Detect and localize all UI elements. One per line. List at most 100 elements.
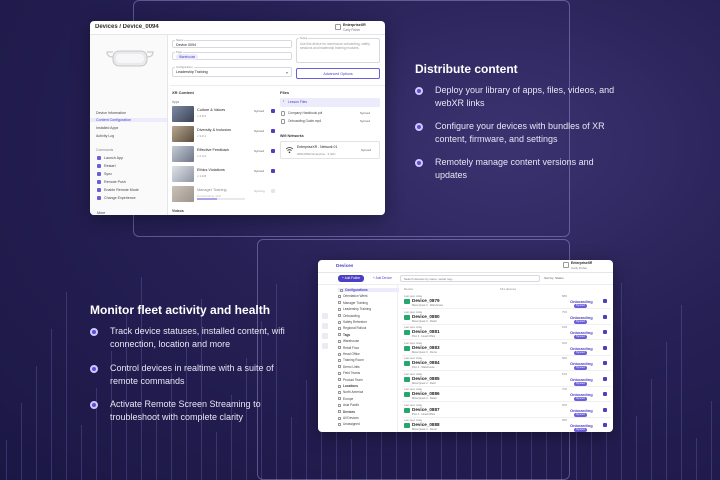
add-folder-button[interactable]: + Add Folder (338, 275, 365, 282)
app-row[interactable]: Diversity & Inclusion v 3.0.1 Synced (172, 125, 276, 143)
tags-field[interactable]: Tags Warehouse (172, 50, 292, 60)
app-status: Synced (254, 129, 265, 133)
tree-item[interactable]: Product Team (338, 378, 363, 382)
checkbox-icon[interactable] (271, 129, 275, 133)
device-row[interactable]: Last seen today Device_0888 Meta Quest 3 ·… (402, 417, 611, 432)
device-detail-screenshot: Devices / Device_0094 EnterpriseXR Carly… (90, 21, 385, 215)
org-switcher[interactable]: EnterpriseXR Carly Fisher (335, 23, 379, 33)
command-label: Enable Remote Mode (104, 188, 139, 192)
sidebar-item-installed-apps[interactable]: Installed Apps (96, 126, 118, 130)
checkbox-icon[interactable] (271, 109, 275, 113)
sidebar-item-activity-log[interactable]: Activity Log (96, 134, 114, 138)
tree-item[interactable]: Demo Units (338, 365, 360, 369)
command-restart[interactable]: Restart (97, 164, 116, 169)
add-device-button[interactable]: + Add Device (373, 276, 392, 280)
battery-level: 95% (562, 419, 568, 422)
command-remote-push[interactable]: Remote Push (97, 180, 126, 185)
tree-section[interactable]: Configurations (338, 288, 399, 292)
search-input[interactable] (404, 276, 534, 281)
tree-item[interactable]: North America (338, 390, 363, 394)
checkbox-icon[interactable] (603, 423, 607, 427)
headset-icon (404, 299, 410, 304)
file-row[interactable]: Onboarding Guide.mp4 Synced (280, 118, 370, 125)
more-button[interactable]: More (97, 211, 105, 215)
device-row[interactable]: Last seen today Device_0884 Pico 4 · Wareh… (402, 355, 611, 371)
files-selected-folder[interactable]: ▪ Lesson Files (280, 98, 380, 107)
app-row-downloading[interactable]: Manager Training Downloading 42% Syncing (172, 185, 276, 203)
tree-item[interactable]: Regional Rollout (338, 326, 366, 330)
tree-item[interactable]: Field Teams (338, 371, 360, 375)
tree-label: Field Teams (343, 371, 361, 376)
tree-label: Locations (343, 384, 359, 388)
tree-item[interactable]: All Devices (338, 416, 359, 420)
tree-item[interactable]: Warehouse (338, 339, 359, 343)
device-search[interactable] (400, 275, 540, 282)
tree-section[interactable]: Tags (338, 333, 350, 337)
tree-item[interactable]: Safety Refresher (338, 320, 367, 324)
org-switcher[interactable]: EnterpriseXR Carly Fisher (563, 261, 607, 271)
tree-item[interactable]: Europe (338, 397, 353, 401)
sync-pill: Synced (574, 381, 587, 386)
command-launch-app[interactable]: Launch App (97, 156, 123, 161)
command-change-experience[interactable]: Change Experience (97, 196, 136, 201)
sidebar-item-device-information[interactable]: Device Information (96, 111, 126, 115)
tree-item[interactable]: Training Room (338, 358, 364, 362)
breadcrumb[interactable]: Devices / Device_0094 (95, 24, 159, 30)
background-stripe (36, 366, 37, 480)
bullet-text: Control devices in realtime with a suite… (110, 363, 274, 386)
tree-section[interactable]: Locations (338, 384, 358, 388)
content-icon[interactable] (322, 333, 328, 339)
app-name: Effective Feedback (197, 148, 230, 152)
checkbox-icon[interactable] (603, 392, 607, 396)
settings-icon[interactable] (322, 343, 328, 349)
tree-item[interactable]: Leadership Training (338, 307, 371, 311)
device-row[interactable]: Last seen today Device_0887 Pico 4 · Head … (402, 402, 611, 418)
tree-item[interactable]: Orientation Week (338, 294, 368, 298)
device-row[interactable]: Last seen today Device_0879 Meta Quest 3 ·… (402, 293, 611, 309)
checkbox-icon[interactable] (603, 314, 607, 319)
device-row[interactable]: Last seen today Device_0883 Meta Quest 3 ·… (402, 340, 611, 356)
command-enable-remote-mode[interactable]: Enable Remote Mode (97, 188, 139, 193)
configuration-select[interactable]: Configuration Leadership Training ▾ (172, 65, 292, 77)
checkbox-icon[interactable] (603, 407, 607, 412)
tree-item[interactable]: Unassigned (338, 422, 360, 426)
name-field[interactable]: Name Device 0094 (172, 38, 292, 48)
wifi-card[interactable]: EnterpriseXR - Network 01 WPA/WPA2 Enter… (280, 141, 380, 159)
tree-section[interactable]: Devices (338, 410, 355, 414)
app-row[interactable]: Culture & Values v 4.5.0 Synced (172, 105, 276, 123)
tag-chip[interactable]: Warehouse (176, 54, 199, 60)
folder-icon (338, 403, 341, 407)
checkbox-icon[interactable] (271, 189, 275, 193)
device-row[interactable]: Last seen today Device_0880 Meta Quest 3 ·… (402, 309, 611, 325)
device-row[interactable]: Last seen today Device_0885 Meta Quest 3 ·… (402, 371, 611, 387)
command-sync[interactable]: Sync (97, 172, 112, 177)
checkbox-icon[interactable] (271, 169, 275, 173)
checkbox-icon[interactable] (271, 149, 275, 153)
home-icon[interactable] (322, 313, 328, 319)
checkbox-icon[interactable] (603, 299, 607, 303)
tree-item[interactable]: Retail Floor (338, 346, 359, 350)
device-row[interactable]: Last seen today Device_0881 Pico 4 · Head … (402, 324, 611, 340)
checkbox-icon[interactable] (603, 376, 607, 381)
tree-item[interactable]: Head Office (338, 352, 360, 356)
app-row[interactable]: Effective Feedback v 2.4.2 Synced (172, 145, 276, 163)
sidebar-item-content-configuration[interactable]: Content Configuration (90, 118, 167, 122)
tree-item[interactable]: Manager Training (338, 301, 368, 305)
file-row[interactable]: Company Handbook.pdf Synced (280, 110, 370, 117)
checkbox-icon[interactable] (603, 330, 607, 334)
app-version: v 3.0.1 (197, 134, 207, 138)
files-title: Files (280, 90, 290, 95)
notes-label: Notes (299, 36, 309, 40)
advanced-options-button[interactable]: Advanced Options (296, 68, 380, 79)
checkbox-icon[interactable] (603, 345, 607, 350)
download-progress-fill (197, 198, 218, 200)
notes-field[interactable]: Notes Use this device for warehouse onbo… (296, 36, 380, 63)
sort-control[interactable]: Sort by: Status (544, 276, 564, 280)
device-row[interactable]: Last seen today Device_0886 Meta Quest 3 ·… (402, 386, 611, 402)
devices-icon[interactable] (322, 323, 328, 329)
tree-item[interactable]: Asia Pacific (338, 403, 359, 407)
app-row[interactable]: Ethics Violations v 1.9.8 Synced (172, 165, 276, 183)
tree-item[interactable]: Onboarding (338, 314, 360, 318)
checkbox-icon[interactable] (603, 361, 607, 365)
device-sidebar: Device Information Content Configuration… (90, 35, 168, 215)
